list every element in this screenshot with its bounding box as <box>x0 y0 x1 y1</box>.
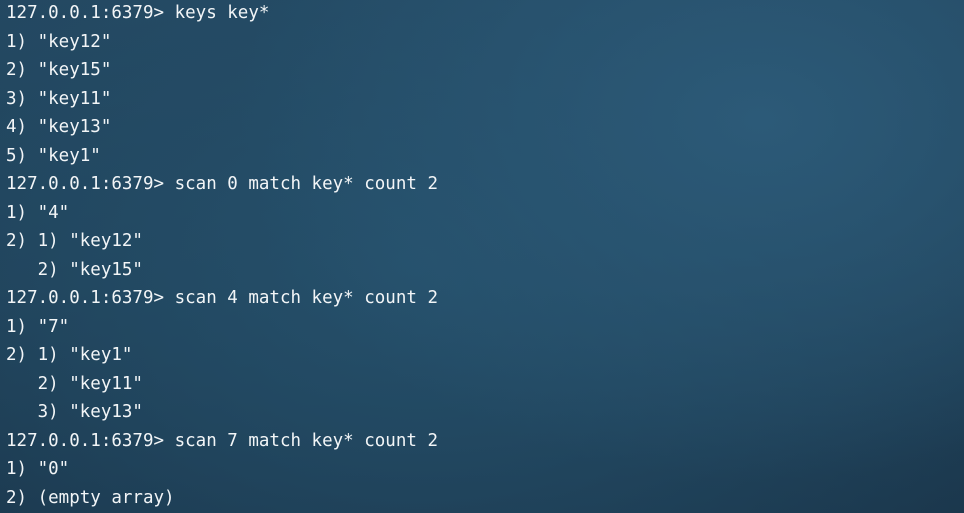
output-line: 2) "key11" <box>6 373 143 394</box>
command-text: scan 4 match key* count 2 <box>164 288 438 308</box>
output-line: 5) "key1" <box>6 145 101 166</box>
output-line: 1) "key12" <box>6 31 112 52</box>
prompt: 127.0.0.1:6379> <box>6 174 165 194</box>
output-line: 1) "4" <box>6 202 70 223</box>
command-line: 127.0.0.1:6379> scan 4 match key* count … <box>6 284 964 313</box>
output-line: 3) "key11" <box>6 88 112 109</box>
command-text: scan 0 match key* count 2 <box>164 174 438 194</box>
output-line: 2) 1) "key1" <box>6 345 133 365</box>
command-line: 127.0.0.1:6379> scan 7 match key* count … <box>6 427 964 456</box>
output-line: 2) (empty array) <box>6 487 175 508</box>
output-line: 2) "key15" <box>6 60 112 80</box>
output-line: 4) "key13" <box>6 117 112 137</box>
output-line: 1) "0" <box>6 459 70 479</box>
prompt: 127.0.0.1:6379> <box>6 3 165 23</box>
command-text: keys key* <box>164 3 270 23</box>
output-line: 2) 1) "key12" <box>6 231 143 251</box>
output-line: 1) "7" <box>6 316 70 337</box>
prompt: 127.0.0.1:6379> <box>6 288 165 308</box>
command-text: scan 7 match key* count 2 <box>164 430 438 451</box>
command-line: 127.0.0.1:6379> scan 0 match key* count … <box>6 170 964 199</box>
command-line: 127.0.0.1:6379> keys key* <box>6 0 964 28</box>
prompt: 127.0.0.1:6379> <box>6 430 165 451</box>
output-line: 2) "key15" <box>6 259 143 280</box>
output-line: 3) "key13" <box>6 402 143 422</box>
terminal-output[interactable]: 127.0.0.1:6379> keys key* 1) "key12" 2) … <box>0 0 964 513</box>
